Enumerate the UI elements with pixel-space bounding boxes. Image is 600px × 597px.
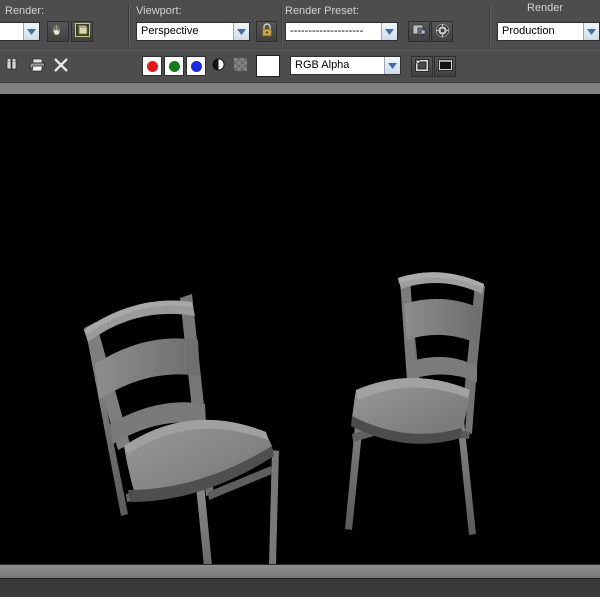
environment-settings-button[interactable] — [431, 21, 453, 42]
chevron-down-icon[interactable] — [583, 23, 599, 40]
green-dot-icon — [168, 60, 180, 72]
horizontal-scrollbar-thumb[interactable] — [0, 565, 600, 579]
red-channel-button[interactable] — [142, 56, 162, 76]
viewport-combo[interactable]: Perspective — [136, 22, 250, 41]
background-color-swatch[interactable] — [256, 55, 280, 77]
channel-display-combo[interactable]: RGB Alpha — [290, 56, 401, 75]
save-bitmap-icon — [6, 58, 23, 75]
chevron-down-icon[interactable] — [384, 57, 400, 74]
lock-viewport-button[interactable] — [256, 21, 277, 42]
gear-icon — [435, 23, 450, 41]
render-preset-combo-value: -------------------- — [290, 25, 364, 37]
render-scene-combo[interactable] — [0, 22, 40, 41]
save-bitmap-button[interactable] — [4, 56, 24, 76]
alpha-channel-button[interactable] — [230, 56, 250, 76]
red-dot-icon — [146, 60, 158, 72]
render-setup-button[interactable] — [408, 21, 430, 42]
render-preset-combo[interactable]: -------------------- — [285, 22, 398, 41]
half-circle-icon — [211, 58, 225, 74]
render-button-label[interactable]: Render — [527, 2, 563, 14]
render-preset-label: Render Preset: — [285, 5, 359, 17]
viewport-label: Viewport: — [136, 5, 182, 17]
toolbar-divider — [281, 4, 283, 46]
toolbar-divider — [128, 4, 130, 46]
chevron-down-icon[interactable] — [381, 23, 397, 40]
render-frame-window-button[interactable] — [71, 21, 93, 42]
frame-window-icon — [437, 59, 453, 74]
render-setup-icon — [412, 23, 427, 40]
horizontal-scrollbar[interactable] — [0, 564, 600, 579]
printer-icon — [28, 57, 48, 75]
area-to-render-button[interactable] — [47, 21, 69, 42]
clear-button[interactable] — [50, 56, 72, 76]
chevron-down-icon[interactable] — [23, 23, 39, 40]
chevron-down-icon[interactable] — [233, 23, 249, 40]
panel-overlay-icon — [415, 58, 429, 75]
duplicate-frame-window-button[interactable] — [434, 56, 456, 77]
render-mode-combo[interactable]: Production — [497, 22, 600, 41]
green-channel-button[interactable] — [164, 56, 184, 76]
render-mode-combo-value: Production — [502, 25, 555, 37]
blue-channel-button[interactable] — [186, 56, 206, 76]
toggle-ui-overlay-button[interactable] — [411, 56, 433, 77]
status-bar — [0, 578, 600, 597]
lock-icon — [261, 23, 273, 40]
toolbar-divider — [489, 4, 491, 46]
channel-display-combo-value: RGB Alpha — [295, 59, 350, 71]
top-toolbar: Render: Viewport: Perspective Render Pre… — [0, 0, 600, 50]
channel-toolbar: RGB Alpha — [0, 50, 600, 83]
checker-alpha-icon — [233, 58, 247, 74]
print-button[interactable] — [27, 56, 49, 76]
render-frame-window-icon — [74, 23, 90, 40]
hand-icon — [51, 23, 65, 40]
viewport-combo-value: Perspective — [141, 25, 199, 37]
render-label: Render: — [5, 5, 45, 17]
render-frame-window: Render: Viewport: Perspective Render Pre… — [0, 0, 600, 597]
monochrome-button[interactable] — [208, 56, 228, 76]
rendered-frame-canvas[interactable] — [0, 94, 600, 564]
blue-dot-icon — [190, 60, 202, 72]
close-icon — [53, 57, 69, 76]
